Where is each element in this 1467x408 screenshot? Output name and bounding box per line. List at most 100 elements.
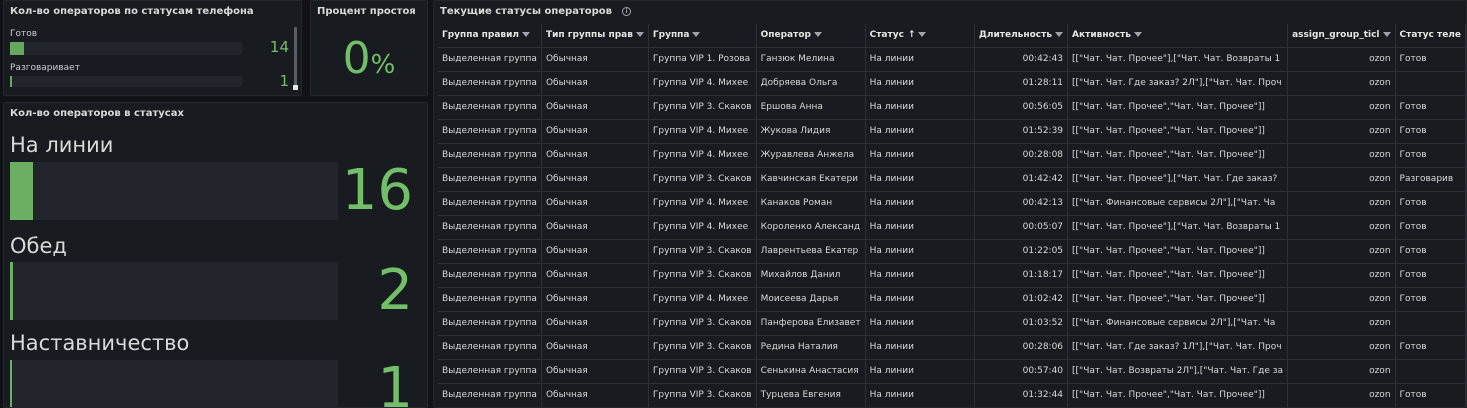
table-cell: Выделенная группа [438, 191, 542, 216]
table-cell: На линии [865, 143, 975, 168]
table-cell: Группа VIP 4. Михее [648, 119, 757, 144]
table-row[interactable]: Выделенная группа Обычная Группа VIP 4. Ми… [438, 191, 1466, 216]
status-label: Наставничество [10, 331, 190, 355]
table-row[interactable]: Выделенная группа Обычная Группа VIP 3. Ск… [438, 239, 1466, 264]
scrollbar[interactable] [294, 27, 297, 87]
table-cell: На линии [865, 215, 975, 240]
idle-percent-unit: % [370, 50, 396, 80]
column-header[interactable]: assign_group_ticl [1287, 24, 1396, 48]
table-cell: Обычная [541, 95, 649, 120]
info-icon[interactable]: i [621, 7, 631, 16]
table-cell: Готов [1395, 215, 1466, 240]
table-cell: Группа VIP 3. Скаков [648, 263, 757, 288]
table-cell: Канаков Роман [756, 191, 866, 216]
table-row[interactable]: Выделенная группа Обычная Группа VIP 4. Ми… [438, 215, 1466, 240]
table-cell: Группа VIP 4. Михее [648, 287, 757, 312]
table-row[interactable]: Выделенная группа Обычная Группа VIP 4. Ми… [438, 287, 1466, 312]
column-header[interactable]: Длительность [974, 24, 1069, 48]
filter-icon[interactable] [1055, 32, 1064, 38]
table-cell: Выделенная группа [438, 167, 542, 192]
table-cell: [["Чат. Чат. Прочее","Чат. Чат. Прочее"]… [1067, 119, 1289, 144]
operator-status-panel: Кол-во операторов в статусах На линии 16… [3, 102, 428, 408]
table-cell: [["Чат. Чат. Возвраты 2Л"],["Чат. Чат. Г… [1067, 359, 1289, 384]
table-cell: Группа VIP 3. Скаков [648, 167, 757, 192]
table-cell: ozon [1287, 335, 1396, 360]
filter-icon[interactable] [522, 32, 531, 38]
filter-icon[interactable] [918, 32, 927, 38]
table-cell: Обычная [541, 143, 649, 168]
table-cell: Обычная [541, 191, 649, 216]
table-cell: Выделенная группа [438, 47, 542, 72]
table-row[interactable]: Выделенная группа Обычная Группа VIP 3. Ск… [438, 383, 1466, 407]
table-cell: На линии [865, 47, 975, 72]
column-header[interactable]: Статус теле [1395, 24, 1466, 48]
table-cell: Выделенная группа [438, 215, 542, 240]
phone-status-bar [10, 76, 242, 87]
status-bar-fill [10, 262, 13, 320]
table-row[interactable]: Выделенная группа Обычная Группа VIP 3. Ск… [438, 95, 1466, 120]
column-header[interactable]: Статус ↑ [865, 24, 975, 48]
table-cell: На линии [865, 359, 975, 384]
table-row[interactable]: Выделенная группа Обычная Группа VIP 4. Ми… [438, 119, 1466, 144]
table-cell [1395, 359, 1466, 384]
table-cell: [["Чат. Чат. Где заказ? 2Л"],["Чат. Чат.… [1067, 71, 1289, 96]
table-cell: 01:22:05 [974, 239, 1069, 264]
table-header-row: Группа правил Тип группы прав Группа Операт… [438, 24, 1466, 48]
table-cell: Ганзюк Мелина [756, 47, 866, 72]
table-cell: Обычная [541, 167, 649, 192]
phone-status-label: Разговаривает [10, 63, 80, 73]
table-row[interactable]: Выделенная группа Обычная Группа VIP 4. Ми… [438, 143, 1466, 168]
table-cell: Сенькина Анастасия [756, 359, 866, 384]
table-cell: ozon [1287, 167, 1396, 192]
table-row[interactable]: Выделенная группа Обычная Группа VIP 1. Ро… [438, 47, 1466, 72]
table-cell: Моисеева Дарья [756, 287, 866, 312]
table-row[interactable]: Выделенная группа Обычная Группа VIP 4. Ми… [438, 71, 1466, 96]
filter-icon[interactable] [813, 32, 822, 38]
filter-icon[interactable] [1382, 32, 1391, 38]
table-cell: На линии [865, 311, 975, 336]
table-cell: Лаврентьева Екатер [756, 239, 866, 264]
column-header[interactable]: Группа [648, 24, 757, 48]
table-row[interactable]: Выделенная группа Обычная Группа VIP 3. Ск… [438, 359, 1466, 384]
table-row[interactable]: Выделенная группа Обычная Группа VIP 3. Ск… [438, 335, 1466, 360]
table-cell: Выделенная группа [438, 119, 542, 144]
table-cell: Выделенная группа [438, 383, 542, 407]
table-row[interactable]: Выделенная группа Обычная Группа VIP 3. Ск… [438, 263, 1466, 288]
table-cell: Выделенная группа [438, 311, 542, 336]
phone-status-bar-fill [10, 76, 12, 87]
sort-ascending-icon[interactable]: ↑ [908, 30, 916, 40]
resize-handle-icon[interactable] [293, 85, 298, 90]
table-cell: [["Чат. Чат. Прочее","Чат. Чат. Прочее"]… [1067, 95, 1289, 120]
table-cell: Выделенная группа [438, 359, 542, 384]
status-value: 2 [377, 258, 413, 323]
table-cell: Группа VIP 3. Скаков [648, 239, 757, 264]
table-row[interactable]: Выделенная группа Обычная Группа VIP 3. Ск… [438, 311, 1466, 336]
table-cell: Готов [1395, 287, 1466, 312]
table-cell: [["Чат. Чат. Прочее"],["Чат. Чат. Возвра… [1067, 47, 1289, 72]
column-header-label: Активность [1072, 30, 1131, 41]
table-cell: Обычная [541, 335, 649, 360]
column-header[interactable]: Оператор [756, 24, 866, 48]
table-cell [1395, 71, 1466, 96]
column-header[interactable]: Активность [1067, 24, 1289, 48]
table-cell: [["Чат. Чат. Прочее"],["Чат. Чат. Где за… [1067, 167, 1289, 192]
panel-title: Текущие статусы операторов i [440, 6, 631, 17]
column-header[interactable]: Тип группы прав [541, 24, 649, 48]
filter-icon[interactable] [635, 32, 644, 38]
filter-icon[interactable] [1133, 32, 1142, 38]
status-bar [10, 262, 338, 320]
table-cell: Михайлов Данил [756, 263, 866, 288]
idle-percent-panel: Процент простоя 0% [310, 0, 428, 96]
table-cell: 01:32:44 [974, 383, 1069, 407]
table-row[interactable]: Выделенная группа Обычная Группа VIP 3. Ск… [438, 167, 1466, 192]
column-header[interactable]: Группа правил [438, 24, 542, 48]
table-cell: ozon [1287, 359, 1396, 384]
column-header-label: Статус [869, 30, 904, 41]
column-header-label: Группа [652, 30, 690, 41]
filter-icon[interactable] [692, 32, 701, 38]
table-cell: ozon [1287, 215, 1396, 240]
table-cell: Выделенная группа [438, 239, 542, 264]
table-cell: На линии [865, 335, 975, 360]
table-cell: Готов [1395, 239, 1466, 264]
table-cell: Обычная [541, 239, 649, 264]
